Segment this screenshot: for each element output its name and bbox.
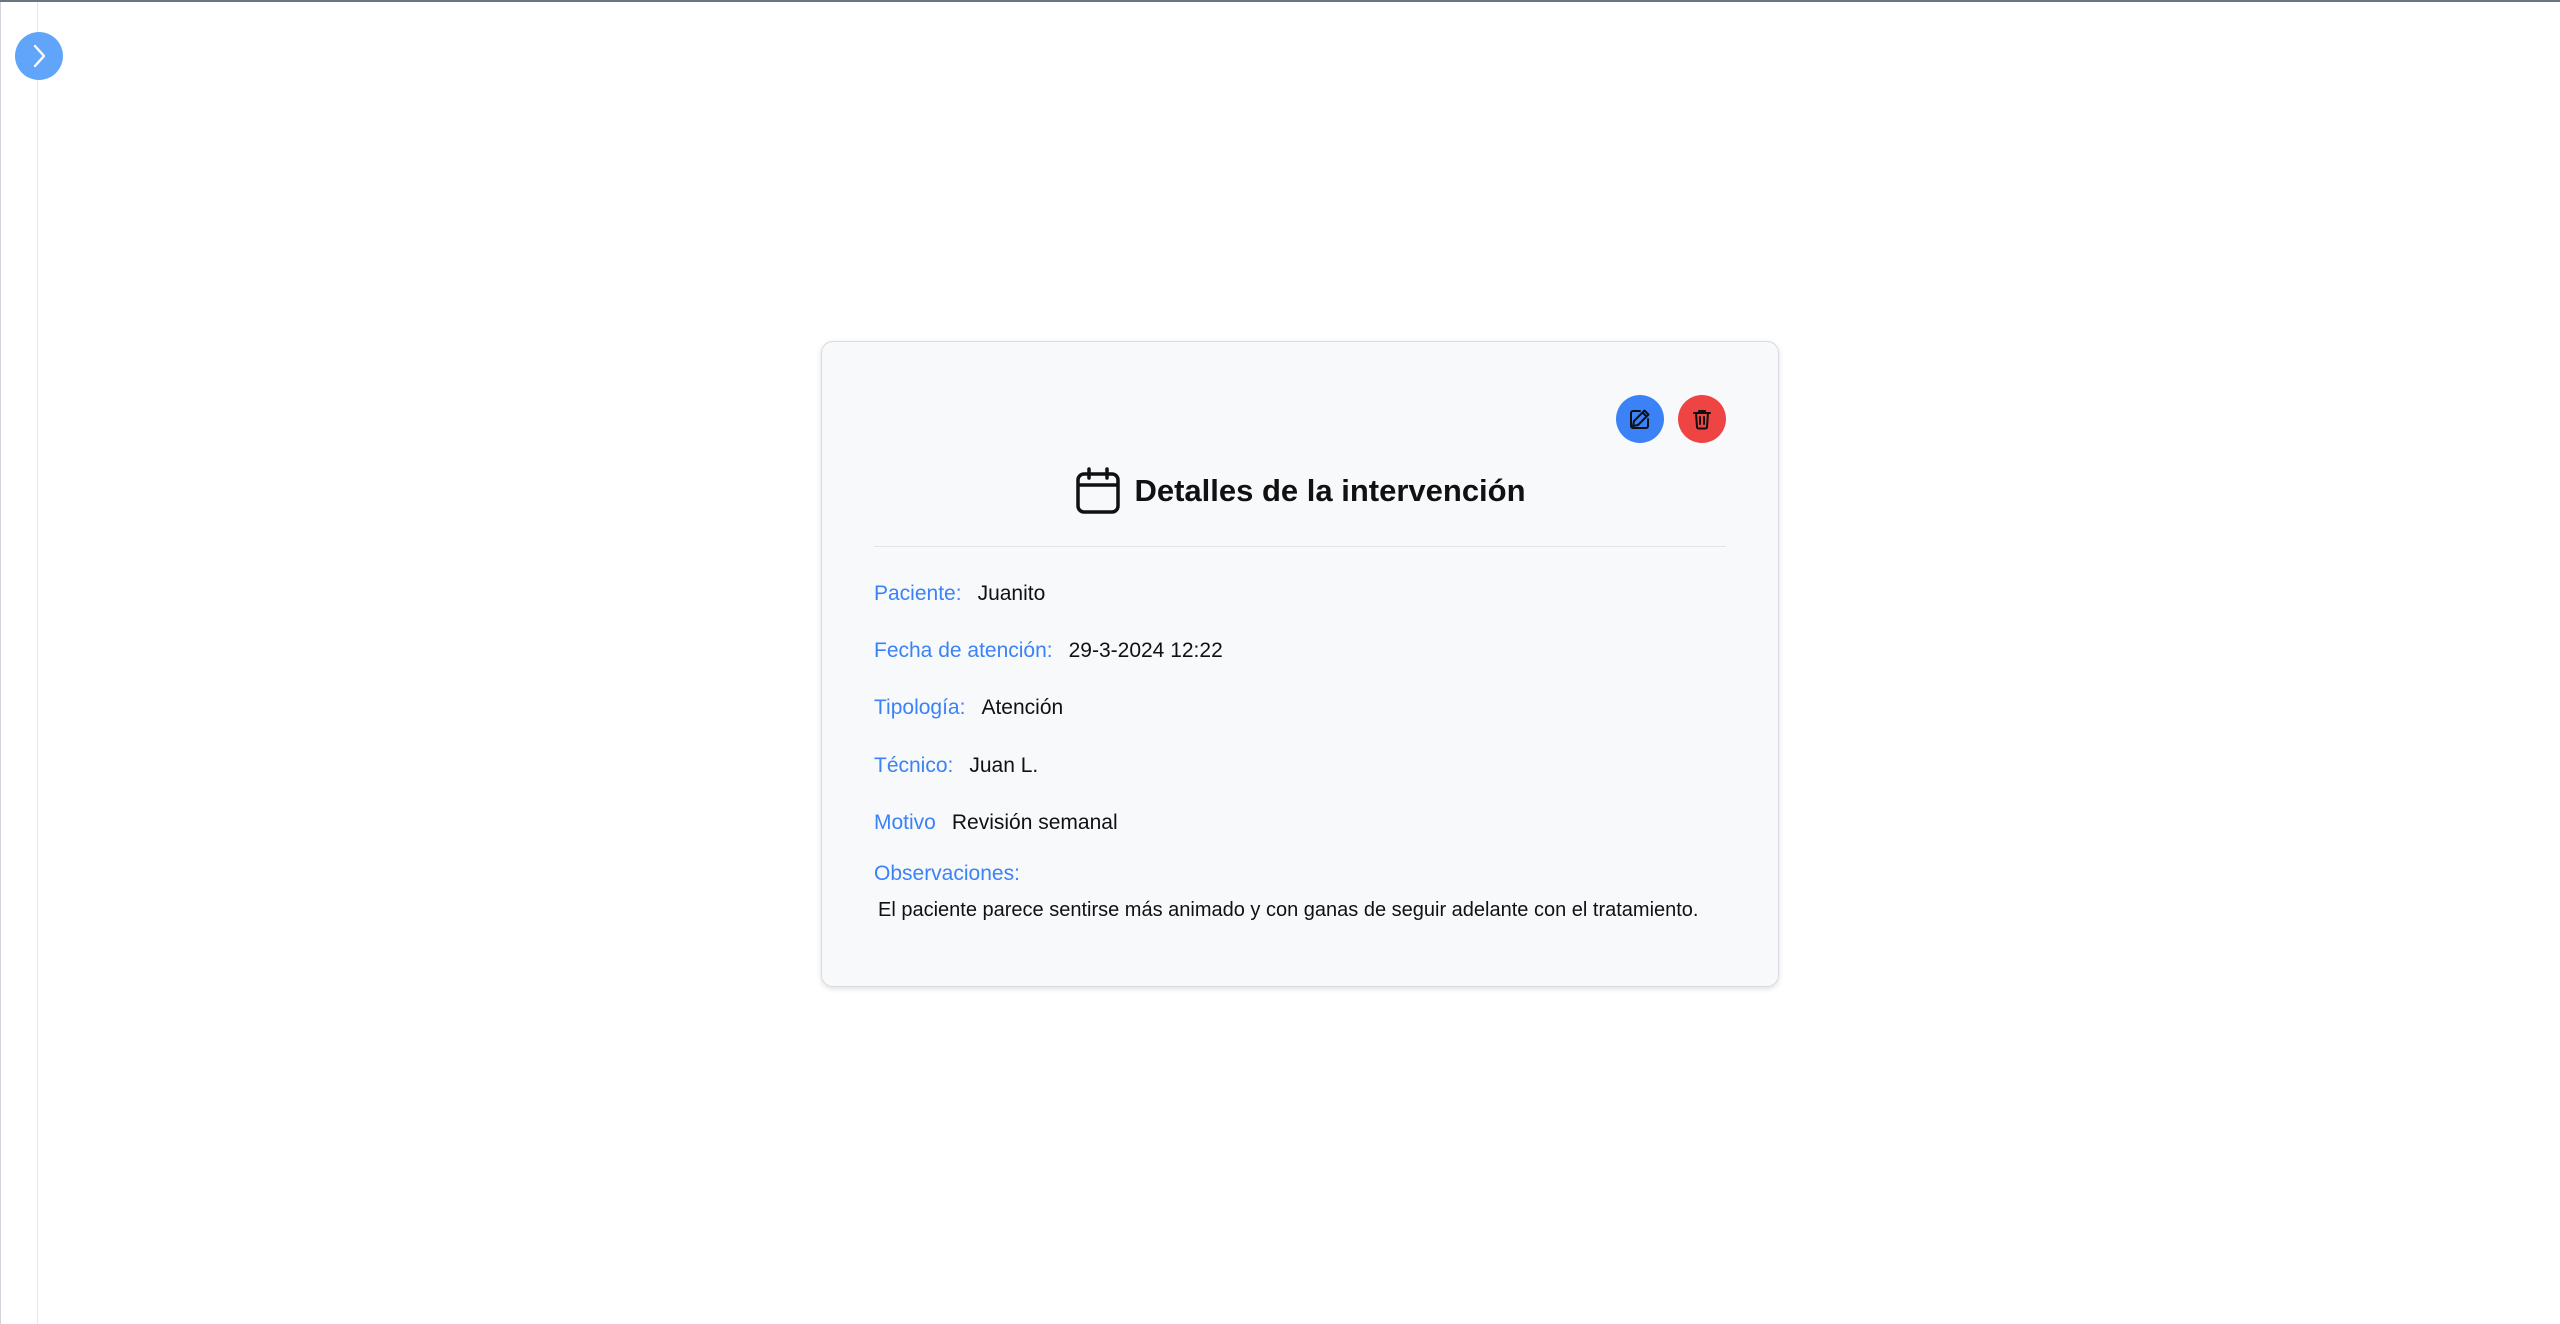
observations-label: Observaciones: [874,862,1020,885]
field-value: 29-3-2024 12:22 [1068,639,1223,662]
field-value: Revisión semanal [951,811,1118,834]
field-label: Paciente: [874,582,962,605]
field-type: Tipología: Atención [874,696,1063,720]
observations-text: El paciente parece sentirse más animado … [878,899,1699,921]
card-header: Detalles de la intervención [822,466,1778,516]
calendar-icon [1076,467,1121,514]
delete-button[interactable] [1678,395,1726,443]
page: Detalles de la intervención Paciente: Ju… [0,0,2560,1324]
edit-button[interactable] [1616,395,1664,443]
field-reason: Motivo Revisión semanal [874,811,1118,835]
field-date: Fecha de atención: 29-3-2024 12:22 [874,639,1223,663]
field-label: Tipología: [874,696,966,719]
field-technician: Técnico: Juan L. [874,754,1038,778]
card-actions [1616,395,1726,443]
field-label: Motivo [874,811,936,834]
card-title: Detalles de la intervención [1134,473,1526,508]
field-value: Juan L. [969,754,1039,777]
pencil-square-icon [1630,409,1650,429]
chevron-right-icon [33,44,46,68]
field-label: Técnico: [874,754,954,777]
sidebar-toggle-button[interactable] [15,32,63,80]
collapsed-sidebar [0,2,38,1324]
intervention-details-card: Detalles de la intervención Paciente: Ju… [821,341,1779,987]
field-label: Fecha de atención: [874,639,1053,662]
header-divider [874,546,1726,547]
trash-icon [1693,410,1711,430]
field-patient: Paciente: Juanito [874,582,1045,606]
field-value: Juanito [977,582,1046,605]
field-value: Atención [981,696,1064,719]
